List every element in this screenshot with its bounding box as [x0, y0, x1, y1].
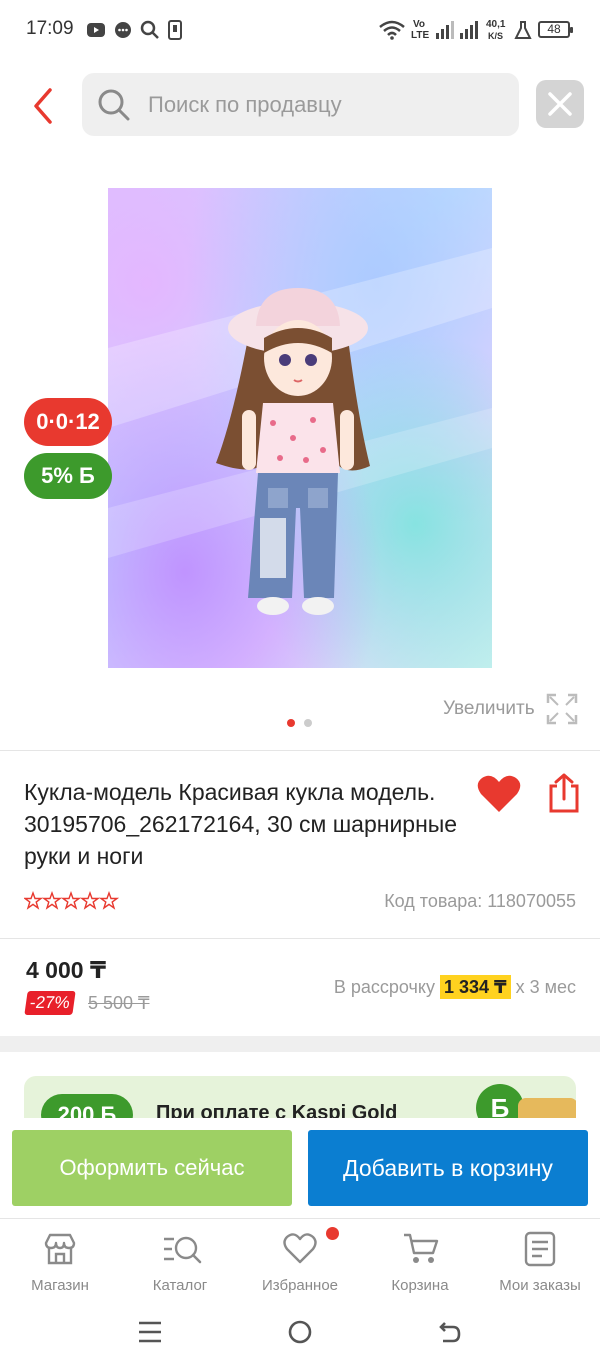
divider — [0, 938, 600, 939]
chevron-left-icon — [34, 88, 52, 124]
add-to-cart-button[interactable]: Добавить в корзину — [308, 1130, 588, 1206]
nav-favorites[interactable]: Избранное — [240, 1219, 360, 1303]
shop-icon — [44, 1233, 76, 1265]
installment-amount: 1 334 ₸ — [440, 975, 511, 999]
back-button[interactable] — [28, 86, 60, 126]
orders-icon — [524, 1231, 556, 1267]
nav-orders-label: Мои заказы — [499, 1277, 581, 1294]
installment-info[interactable]: В рассрочку 1 334 ₸ х 3 мес — [250, 975, 576, 999]
product-photo[interactable] — [108, 188, 492, 668]
installment-suffix: х 3 мес — [515, 977, 576, 997]
wifi-icon — [379, 20, 405, 40]
installment-prefix: В рассрочку — [333, 977, 435, 997]
installment-badge: 0·0·12 — [24, 398, 112, 446]
home-circle-icon[interactable] — [287, 1319, 313, 1345]
search-field[interactable] — [82, 73, 519, 136]
battery-indicator: 48 — [538, 21, 573, 38]
nav-catalog-label: Каталог — [152, 1277, 208, 1294]
product-code: Код товара: 118070055 — [384, 891, 576, 911]
cart-icon — [404, 1233, 439, 1263]
share-icon — [549, 773, 579, 813]
catalog-search-icon — [164, 1236, 202, 1264]
nav-shop-label: Магазин — [31, 1277, 89, 1294]
sim-icon — [168, 20, 182, 40]
heart-outline-icon — [283, 1233, 317, 1264]
close-icon — [548, 92, 572, 116]
product-title: Кукла-модель Красивая кукла модель. 3019… — [24, 779, 458, 869]
favorites-notification-dot — [326, 1227, 339, 1240]
lte-label: LTE — [411, 30, 430, 41]
nav-favorites-label: Избранное — [261, 1277, 339, 1294]
discount-badge: -27% — [24, 991, 76, 1015]
gallery-dot[interactable] — [304, 719, 312, 727]
gallery-dot-active[interactable] — [287, 719, 295, 727]
search-status-icon — [140, 20, 159, 39]
section-separator — [0, 1036, 600, 1052]
system-navigation — [0, 1302, 600, 1366]
heart-icon — [477, 775, 521, 812]
signal-icon-2 — [460, 21, 478, 39]
zoom-button[interactable]: Увеличить — [440, 690, 580, 726]
nav-cart[interactable]: Корзина — [360, 1219, 480, 1303]
search-input[interactable] — [148, 85, 508, 125]
divider — [0, 750, 600, 751]
old-price: 5 500 ₸ — [88, 993, 150, 1013]
bonus-badge: 5% Б — [24, 453, 112, 499]
back-arrow-icon[interactable] — [437, 1319, 463, 1345]
nav-catalog[interactable]: Каталог — [120, 1219, 240, 1303]
net-speed-unit: K/S — [488, 31, 504, 41]
buy-now-button[interactable]: Оформить сейчас — [12, 1130, 292, 1206]
share-button[interactable] — [546, 772, 582, 814]
status-bar: 17:09 Vo LTE 40,1 K/S 48 — [0, 0, 600, 60]
chat-icon — [115, 22, 131, 38]
bottom-navigation: Магазин Каталог Избранное Корзина Мои за… — [0, 1218, 600, 1302]
nav-shop[interactable]: Магазин — [0, 1219, 120, 1303]
expand-icon — [546, 693, 578, 725]
favorite-button[interactable] — [476, 774, 522, 816]
net-speed-value: 40,1 — [486, 19, 506, 30]
doll-illustration — [108, 248, 492, 615]
status-time: 17:09 — [26, 18, 74, 39]
star-outline-icons — [22, 890, 120, 910]
close-search-button[interactable] — [536, 80, 584, 128]
nav-orders[interactable]: Мои заказы — [480, 1219, 600, 1303]
volte-label: Vo — [413, 19, 426, 30]
zoom-label: Увеличить — [443, 698, 535, 719]
price: 4 000 ₸ — [26, 957, 106, 983]
nav-cart-label: Корзина — [391, 1277, 449, 1294]
flask-icon — [514, 21, 532, 39]
signal-icon-1 — [436, 21, 454, 39]
menu-icon[interactable] — [137, 1320, 163, 1344]
search-icon — [98, 89, 130, 121]
rating-stars[interactable] — [22, 890, 122, 913]
youtube-icon — [87, 23, 105, 37]
